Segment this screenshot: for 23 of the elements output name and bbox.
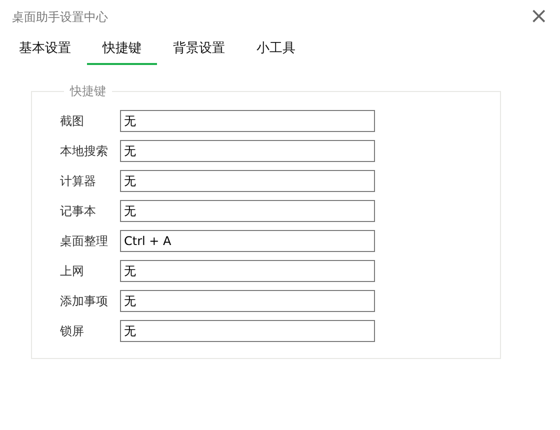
shortcut-field[interactable]: 无: [120, 290, 375, 312]
field-label: 桌面整理: [60, 232, 109, 250]
group-legend: 快捷键: [64, 83, 112, 100]
tab[interactable]: 小工具: [241, 34, 311, 65]
field-label: 添加事项: [60, 292, 109, 310]
shortcut-field[interactable]: Ctrl + A: [120, 230, 375, 252]
shortcut-field[interactable]: 无: [120, 260, 375, 282]
field-label: 上网: [60, 262, 85, 280]
shortcut-field[interactable]: 无: [120, 140, 375, 162]
tab[interactable]: 背景设置: [164, 34, 234, 65]
shortcut-field[interactable]: 无: [120, 170, 375, 192]
window-title: 桌面助手设置中心: [12, 8, 108, 26]
field-label: 本地搜索: [60, 142, 109, 160]
shortcut-field[interactable]: 无: [120, 320, 375, 342]
field-label: 截图: [60, 112, 85, 130]
shortcut-field[interactable]: 无: [120, 200, 375, 222]
shortcut-field[interactable]: 无: [120, 110, 375, 132]
close-button[interactable]: ×: [526, 7, 552, 27]
field-label: 计算器: [60, 172, 97, 190]
tab[interactable]: 快捷键: [87, 34, 157, 65]
field-label: 锁屏: [60, 322, 85, 340]
tab[interactable]: 基本设置: [10, 34, 80, 65]
field-label: 记事本: [60, 202, 97, 220]
